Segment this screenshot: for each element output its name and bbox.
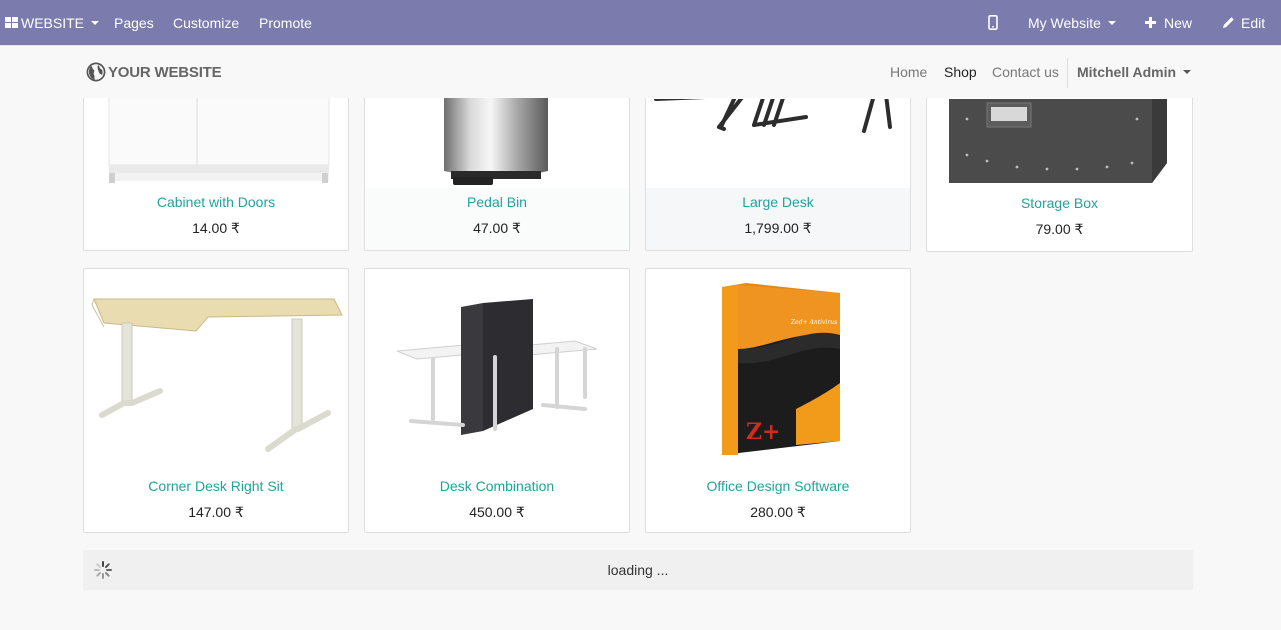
new-button[interactable]: New [1145, 0, 1192, 45]
product-info: Storage Box 79.00 ₹ [927, 189, 1192, 251]
customize-label: Customize [173, 14, 240, 31]
product-name[interactable]: Large Desk [646, 194, 910, 210]
product-card[interactable]: Cabinet with Doors 14.00 ₹ [83, 98, 349, 251]
product-image [84, 98, 348, 189]
site-logo-text: YOUR WEBSITE [108, 63, 222, 81]
promote-label: Promote [259, 14, 312, 31]
pages-label: Pages [114, 14, 154, 31]
box-label-text: Zed+ Antivirus [790, 319, 837, 326]
site-logo[interactable]: YOUR WEBSITE [86, 62, 222, 82]
box-logo-text: Z+ [746, 419, 781, 445]
product-price: 450.00 ₹ [469, 504, 525, 520]
product-image [84, 279, 348, 469]
product-image: Zed+ Antivirus Z+ [646, 279, 910, 469]
website-menu-label: WEBSITE [21, 14, 85, 31]
product-image [365, 98, 629, 190]
product-card[interactable]: Zed+ Antivirus Z+ Office Design Software… [645, 268, 911, 533]
product-price: 280.00 ₹ [750, 504, 806, 520]
globe-icon [86, 62, 106, 82]
website-navbar: YOUR WEBSITE Home Shop Contact us Mitche… [0, 45, 1281, 98]
chevron-down-icon [1183, 70, 1192, 74]
product-name[interactable]: Cabinet with Doors [84, 194, 348, 210]
plus-icon [1145, 17, 1156, 28]
apps-grid-icon [5, 16, 18, 28]
new-label: New [1164, 14, 1193, 31]
product-price: 47.00 ₹ [473, 220, 521, 236]
product-image [927, 98, 1192, 191]
product-price: 147.00 ₹ [188, 504, 244, 520]
website-menu[interactable]: WEBSITE [5, 0, 100, 45]
nav-shop-link[interactable]: Shop [944, 64, 977, 80]
product-price: 79.00 ₹ [1035, 221, 1084, 237]
nav-home-link[interactable]: Home [890, 64, 927, 80]
product-info: Office Design Software 280.00 ₹ [646, 470, 910, 532]
customize-menu[interactable]: Customize [173, 0, 239, 45]
product-name[interactable]: Corner Desk Right Sit [84, 478, 348, 494]
product-name[interactable]: Office Design Software [646, 478, 910, 494]
product-info: Cabinet with Doors 14.00 ₹ [84, 188, 348, 250]
admin-bar: WEBSITE Pages Customize Promote My Websi… [0, 0, 1281, 45]
product-image [365, 279, 629, 469]
chevron-down-icon [1107, 20, 1116, 25]
mobile-phone-icon [988, 15, 998, 30]
pages-menu[interactable]: Pages [114, 0, 154, 45]
product-name[interactable]: Desk Combination [365, 478, 629, 494]
product-price: 14.00 ₹ [192, 220, 240, 236]
chevron-down-icon [91, 20, 100, 25]
product-card[interactable]: Desk Combination 450.00 ₹ [364, 268, 630, 533]
product-name[interactable]: Pedal Bin [365, 194, 629, 210]
product-info: Large Desk 1,799.00 ₹ [646, 188, 910, 250]
nav-divider [1067, 58, 1068, 88]
product-info: Corner Desk Right Sit 147.00 ₹ [84, 470, 348, 532]
promote-menu[interactable]: Promote [259, 0, 312, 45]
edit-label: Edit [1241, 14, 1266, 31]
product-price: 1,799.00 ₹ [744, 220, 812, 236]
nav-contact-link[interactable]: Contact us [992, 64, 1059, 80]
mobile-preview-button[interactable] [988, 0, 998, 45]
user-name: Mitchell Admin [1077, 64, 1177, 80]
edit-button[interactable]: Edit [1222, 0, 1265, 45]
product-info: Desk Combination 450.00 ₹ [365, 470, 629, 532]
product-card[interactable]: Pedal Bin 47.00 ₹ [364, 98, 630, 251]
product-image [646, 98, 910, 190]
product-card[interactable]: Storage Box 79.00 ₹ [926, 98, 1193, 252]
loading-text: loading ... [607, 562, 669, 578]
product-grid: Cabinet with Doors 14.00 ₹ Pedal Bin 47.… [0, 98, 1281, 630]
my-website-menu[interactable]: My Website [1028, 0, 1116, 45]
user-menu[interactable]: Mitchell Admin [1077, 64, 1192, 80]
product-info: Pedal Bin 47.00 ₹ [365, 188, 629, 250]
pencil-icon [1223, 17, 1234, 28]
product-card[interactable]: Large Desk 1,799.00 ₹ [645, 98, 911, 251]
my-website-label: My Website [1028, 14, 1101, 31]
product-card[interactable]: Corner Desk Right Sit 147.00 ₹ [83, 268, 349, 533]
loading-indicator: loading ... [83, 550, 1193, 590]
product-name[interactable]: Storage Box [927, 195, 1192, 211]
